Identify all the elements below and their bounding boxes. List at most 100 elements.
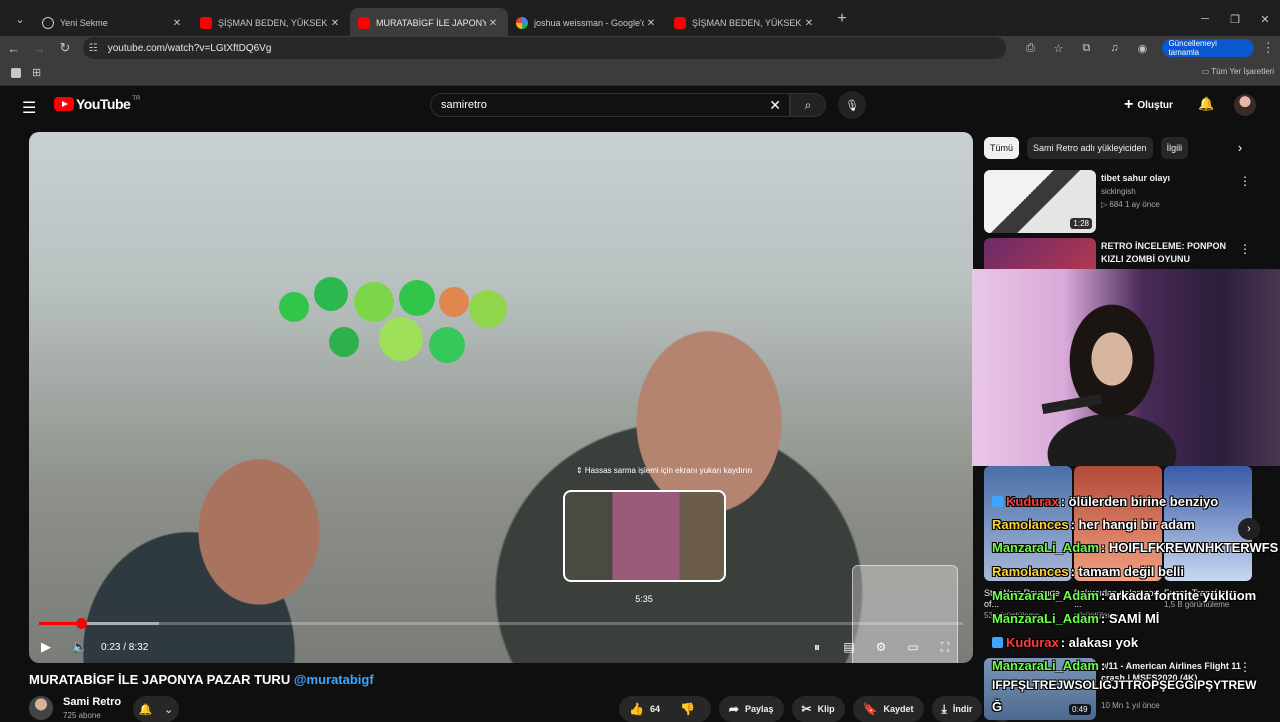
tab-3[interactable]: joshua weissman - Google'da A✕: [508, 8, 666, 38]
time-display: 0:23 / 8:32: [101, 641, 149, 653]
chip-all[interactable]: Tümü: [984, 137, 1020, 159]
like-button[interactable]: 👍 64: [619, 696, 670, 722]
progress-bar[interactable]: [39, 618, 963, 629]
forward-icon[interactable]: →: [28, 41, 52, 56]
youtube-icon: [358, 17, 370, 29]
like-dislike-group: 👍 64 👎: [619, 696, 711, 722]
tab-close-icon[interactable]: ✕: [802, 18, 816, 29]
back-icon[interactable]: ←: [2, 41, 26, 56]
share-button[interactable]: ➦ Paylaş: [718, 696, 784, 722]
dislike-button[interactable]: 👎: [670, 696, 711, 722]
youtube-header: ☰ YouTube TR samiretro ✕ ⌕ 🎙 + Oluştur 🔔: [0, 86, 1280, 126]
save-button[interactable]: 🔖 Kaydet: [852, 696, 924, 722]
address-bar-row: ← → ↻ ☷ youtube.com/watch?v=LGtXftDQ6Vg …: [0, 36, 1280, 60]
autoplay-toggle-icon[interactable]: ⏸: [801, 640, 833, 655]
tab-4[interactable]: ŞİŞMAN BEDEN, YÜKSEK NABIZ✕: [666, 8, 824, 38]
clear-search-icon[interactable]: ✕: [769, 97, 781, 114]
miniplayer-icon[interactable]: ▭: [897, 640, 929, 654]
account-avatar[interactable]: [1234, 94, 1256, 116]
tab-close-icon[interactable]: ✕: [170, 18, 184, 29]
search-input[interactable]: samiretro ✕: [430, 93, 790, 117]
url-bar[interactable]: ☷ youtube.com/watch?v=LGtXftDQ6Vg: [82, 37, 1007, 59]
new-tab-button[interactable]: +: [828, 5, 856, 33]
chat-text: : alakası yok: [1060, 635, 1139, 650]
chat-message: Ğ: [992, 699, 1002, 714]
play-icon[interactable]: ▶: [29, 639, 63, 655]
tab-2[interactable]: MURATABİGF İLE JAPONYA PAZ✕: [350, 8, 508, 38]
recommendation-title[interactable]: tibet sahur olayı: [1101, 172, 1241, 185]
channel-avatar[interactable]: [29, 696, 53, 720]
volume-icon[interactable]: 🔈: [63, 639, 97, 655]
all-bookmarks[interactable]: ▭ Tüm Yer İşaretleri: [1202, 67, 1274, 76]
balloon: [354, 282, 394, 322]
chat-text: Ğ: [992, 699, 1003, 714]
restore-icon[interactable]: ❐: [1220, 0, 1250, 38]
more-vert-icon[interactable]: ⋮: [1239, 174, 1251, 188]
apps-grid-icon[interactable]: ⊞: [32, 66, 41, 79]
site-settings-icon[interactable]: ☷: [89, 43, 98, 54]
chip-related[interactable]: İlgili: [1160, 137, 1189, 159]
notifications-bell-icon[interactable]: 🔔: [1198, 96, 1214, 112]
chat-text: : HOIFLFKREWNHKTERWFS: [1100, 540, 1279, 555]
tab-0[interactable]: Yeni Sekme ✕: [34, 8, 192, 38]
like-count: 64: [649, 704, 660, 714]
recommendation-channel[interactable]: sickingish: [1101, 187, 1136, 196]
extensions-icon[interactable]: ⧉: [1072, 42, 1100, 55]
tab-close-icon[interactable]: ✕: [644, 18, 658, 29]
chevron-right-icon[interactable]: ›: [1238, 518, 1260, 540]
chip-from-uploader[interactable]: Sami Retro adlı yükleyiciden: [1027, 137, 1153, 159]
recommendation-title[interactable]: RETRO İNCELEME: PONPON KIZLI ZOMBİ OYUNU: [1101, 240, 1241, 266]
bookmarks-bar: ⊞ ▭ Tüm Yer İşaretleri: [0, 60, 1280, 86]
chat-badge-icon: [992, 637, 1003, 648]
title-mention-link[interactable]: @muratabigf: [294, 672, 374, 687]
recommendation-item[interactable]: 1:28 tibet sahur olayı sickingish ▷ 684 …: [984, 170, 1269, 234]
voice-search-button[interactable]: 🎙: [838, 91, 866, 119]
duration-badge: 1:28: [1070, 218, 1092, 229]
globe-icon: [42, 17, 54, 29]
tab-title: MURATABİGF İLE JAPONYA PAZ: [376, 18, 486, 28]
bookmark-icon[interactable]: [11, 67, 21, 78]
subscription-bell-button[interactable]: 🔔 ⌄: [133, 696, 179, 722]
channel-name[interactable]: Sami Retro: [63, 696, 121, 708]
clip-button[interactable]: ✂ Klip: [791, 696, 845, 722]
chevron-right-icon[interactable]: ›: [1230, 137, 1250, 159]
menu-icon[interactable]: ⋮: [1256, 40, 1280, 56]
recommendation-meta: 10 Mn 1 yıl önce: [1101, 701, 1160, 710]
search-button[interactable]: ⌕: [790, 93, 826, 117]
tab-close-icon[interactable]: ✕: [486, 18, 500, 29]
tab-search-icon[interactable]: ⌄: [6, 5, 34, 33]
more-vert-icon[interactable]: ⋮: [1239, 242, 1251, 256]
fullscreen-icon[interactable]: ⛶: [929, 640, 961, 655]
reload-icon[interactable]: ↻: [53, 40, 77, 56]
hamburger-menu-icon[interactable]: ☰: [22, 98, 36, 118]
video-thumbnail[interactable]: 1:28: [984, 170, 1096, 233]
bell-icon: 🔔: [138, 703, 153, 716]
more-vert-icon[interactable]: ⋮: [1239, 660, 1251, 674]
recommendation-item[interactable]: RETRO İNCELEME: PONPON KIZLI ZOMBİ OYUNU…: [984, 238, 1269, 269]
download-label: İndir: [952, 704, 973, 714]
chat-badge-icon: [992, 496, 1003, 507]
url-text: youtube.com/watch?v=LGtXftDQ6Vg: [107, 42, 272, 54]
cast-icon[interactable]: ⎙: [1016, 42, 1044, 55]
tab-1[interactable]: ŞİŞMAN BEDEN, YÜKSEK NABIZ✕: [192, 8, 350, 38]
update-button[interactable]: Güncellemeyi tamamla: [1162, 39, 1255, 57]
progress-scrubber[interactable]: [75, 618, 87, 629]
bookmark-star-icon[interactable]: ☆: [1044, 42, 1072, 55]
download-button[interactable]: ⤓ İndir: [931, 696, 983, 722]
youtube-logo[interactable]: YouTube TR: [54, 96, 140, 112]
close-window-icon[interactable]: ✕: [1250, 0, 1280, 38]
create-button[interactable]: + Oluştur: [1124, 94, 1173, 116]
subtitles-icon[interactable]: ▤: [833, 640, 865, 654]
chat-message: ManzaraLi_Adam: HOIFLFKREWNHKTERWFS: [992, 540, 1278, 555]
filter-chips: Tümü Sami Retro adlı yükleyiciden İlgili: [984, 137, 1196, 159]
player-controls: ▶ 🔈 0:23 / 8:32 ⏸ ▤ ⚙ ▭ ⛶: [29, 632, 973, 662]
video-thumbnail[interactable]: [984, 238, 1096, 269]
tab-close-icon[interactable]: ✕: [328, 18, 342, 29]
chat-message: ManzaraLi_Adam: SAMİ Mİ: [992, 611, 1159, 626]
profile-icon[interactable]: ◉: [1128, 42, 1156, 55]
chat-user: ManzaraLi_Adam: [992, 588, 1099, 603]
minimize-icon[interactable]: ─: [1190, 0, 1220, 38]
video-player[interactable]: ⇕ Hassas sarma işlemi için ekranı yukarı…: [29, 132, 973, 663]
media-icon[interactable]: ♫: [1100, 42, 1128, 55]
settings-gear-icon[interactable]: ⚙: [865, 640, 897, 654]
